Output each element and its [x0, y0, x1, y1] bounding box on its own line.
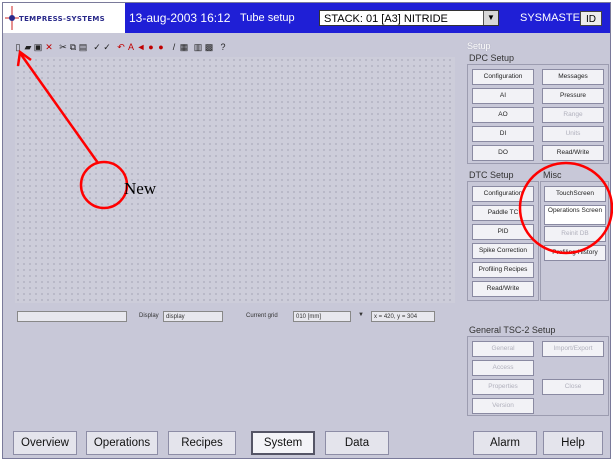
misc-touchscreen-button[interactable]: TouchScreen [544, 186, 606, 202]
dpc-read-write-button[interactable]: Read/Write [542, 145, 604, 161]
image-icon[interactable]: ▩ [204, 42, 214, 52]
check-icon[interactable]: ✓ [92, 42, 102, 52]
dpc-messages-button[interactable]: Messages [542, 69, 604, 85]
general-close-button[interactable]: Close [542, 379, 604, 395]
misc-profiling-history-button[interactable]: Profiling History [544, 245, 606, 261]
valve-icon[interactable]: ◄ [136, 42, 146, 52]
dpc-di-button[interactable]: DI [472, 126, 534, 142]
dtc-spike-correction-button[interactable]: Spike Correction [472, 243, 534, 259]
dtc-profiling-recipes-button[interactable]: Profiling Recipes [472, 262, 534, 278]
display-field[interactable]: display [163, 311, 223, 322]
screen-name: Tube setup [240, 12, 295, 24]
coordinates-readout: x = 420, y = 304 [371, 311, 435, 322]
dpc-setup-group: Configuration Messages AI Pressure AO Range DI… [467, 64, 609, 164]
general-version-button[interactable]: Version [472, 398, 534, 414]
tempress-logo-icon [5, 6, 19, 30]
dtc-paddle-tc-button[interactable]: Paddle TC [472, 205, 534, 221]
paste-icon[interactable]: ▤ [78, 42, 88, 52]
title-bar: TEMPRESS-SYSTEMS 13-aug-2003 16:12 Tube … [3, 3, 610, 33]
open-icon[interactable]: ▰ [23, 42, 33, 52]
dtc-setup-label: DTC Setup [469, 170, 514, 180]
dpc-setup-label: DPC Setup [469, 53, 515, 63]
user-name: SYSMASTER [520, 12, 588, 24]
logo: TEMPRESS-SYSTEMS [3, 3, 125, 33]
dtc-configuration-button[interactable]: Configuration [472, 186, 534, 202]
misc-operations-screen-button[interactable]: Operations Screen [544, 205, 606, 225]
nav-alarm-button[interactable]: Alarm [473, 431, 537, 455]
dpc-range-button[interactable]: Range [542, 107, 604, 123]
general-setup-group: General Import/Export Access Properties Clos… [467, 336, 609, 416]
general-properties-button[interactable]: Properties [472, 379, 534, 395]
wand-icon[interactable]: / [169, 42, 179, 52]
nav-overview-button[interactable]: Overview [13, 431, 77, 455]
dtc-setup-group: Configuration Paddle TC PID Spike Correctio… [467, 181, 539, 301]
general-setup-label: General TSC-2 Setup [469, 325, 556, 335]
new-icon[interactable]: ▯ [13, 42, 23, 52]
undo-icon[interactable]: ↶ [116, 42, 126, 52]
chevron-down-icon[interactable]: ▼ [483, 11, 498, 25]
record-2-icon[interactable]: ● [156, 42, 166, 52]
dpc-do-button[interactable]: DO [472, 145, 534, 161]
nav-data-button[interactable]: Data [325, 431, 389, 455]
help-icon[interactable]: ? [218, 42, 228, 52]
grid-icon[interactable]: ▦ [179, 42, 189, 52]
check-all-icon[interactable]: ✓ [102, 42, 112, 52]
delete-icon[interactable]: ✕ [44, 42, 54, 52]
datetime: 13-aug-2003 16:12 [129, 11, 231, 25]
nav-help-button[interactable]: Help [543, 431, 603, 455]
panel-title: Setup [467, 41, 491, 51]
misc-group: TouchScreen Operations Screen Reinit DB Pro… [540, 181, 609, 301]
message-field [17, 311, 127, 322]
id-button[interactable]: ID [580, 11, 602, 26]
stack-select[interactable]: STACK: 01 [A3] NITRIDE ▼ [319, 10, 499, 26]
misc-label: Misc [543, 170, 562, 180]
misc-reinit-db-button[interactable]: Reinit DB [544, 226, 606, 242]
toolbar: ▯ ▰ ▣ ✕ ✂ ⧉ ▤ ✓ ✓ ↶ A ◄ ● ● / ▦ ▥ ▩? [13, 42, 333, 56]
dtc-read-write-button[interactable]: Read/Write [472, 281, 534, 297]
nav-operations-button[interactable]: Operations [86, 431, 158, 455]
bottom-nav: Overview Operations Recipes System Data Alarm… [3, 421, 610, 458]
status-row: Display display Current grid 010 [mm] ▼ … [3, 311, 463, 325]
text-a-icon[interactable]: A [126, 42, 136, 52]
dpc-ai-button[interactable]: AI [472, 88, 534, 104]
dpc-pressure-button[interactable]: Pressure [542, 88, 604, 104]
cut-icon[interactable]: ✂ [58, 42, 68, 52]
annotation-label-new: New [124, 179, 157, 198]
display-label: Display [139, 313, 159, 319]
general-general-button[interactable]: General [472, 341, 534, 357]
print-icon[interactable]: ▥ [193, 42, 203, 52]
grid-canvas[interactable] [15, 57, 455, 303]
save-icon[interactable]: ▣ [33, 42, 43, 52]
dpc-units-button[interactable]: Units [542, 126, 604, 142]
dpc-ao-button[interactable]: AO [472, 107, 534, 123]
general-import-export-button[interactable]: Import/Export [542, 341, 604, 357]
chevron-down-icon[interactable]: ▼ [358, 312, 364, 318]
general-access-button[interactable]: Access [472, 360, 534, 376]
nav-recipes-button[interactable]: Recipes [168, 431, 236, 455]
grid-select[interactable]: 010 [mm] [293, 311, 351, 322]
record-icon[interactable]: ● [146, 42, 156, 52]
dtc-pid-button[interactable]: PID [472, 224, 534, 240]
stack-select-value: STACK: 01 [A3] NITRIDE [324, 13, 448, 25]
dpc-configuration-button[interactable]: Configuration [472, 69, 534, 85]
copy-icon[interactable]: ⧉ [68, 42, 78, 52]
nav-system-button[interactable]: System [251, 431, 315, 455]
grid-select-value: 010 [mm] [296, 314, 322, 320]
current-grid-label: Current grid [246, 313, 278, 319]
tube-setup-window: TEMPRESS-SYSTEMS 13-aug-2003 16:12 Tube … [2, 2, 611, 459]
logo-text: TEMPRESS-SYSTEMS [19, 15, 106, 23]
